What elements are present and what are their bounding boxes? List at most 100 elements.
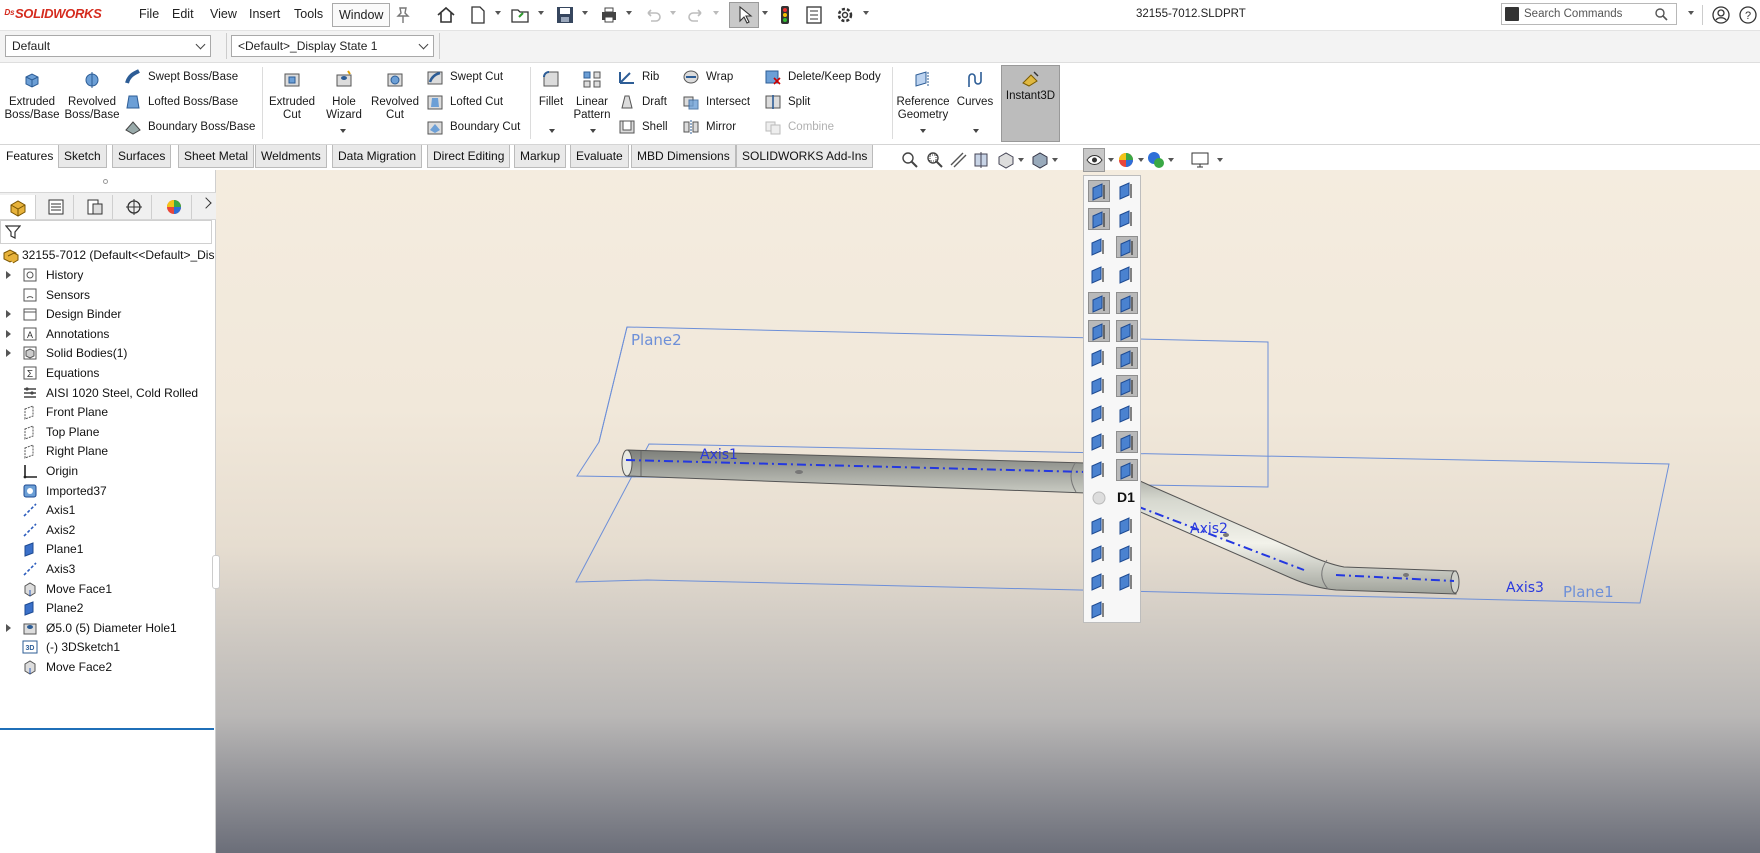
search-dropdown-caret[interactable] [1688,11,1694,15]
view-3d-sketch-planes-icon[interactable] [1116,375,1138,398]
boundary-cut-button[interactable]: Boundary Cut [426,118,520,136]
revolved-boss-button[interactable]: Revolved Boss/Base [64,69,120,122]
new-dropdown-caret[interactable] [495,11,501,15]
display-style-icon[interactable] [1030,150,1050,170]
view-origins-icon[interactable] [1088,236,1110,258]
tab-features[interactable]: Features [0,145,60,168]
rib-button[interactable]: Rib [618,68,659,86]
boundary-boss-button[interactable]: Boundary Boss/Base [124,118,255,136]
view-markup-icon[interactable] [1088,599,1110,621]
view-lights-icon[interactable] [1116,403,1138,425]
view-mate-references-icon[interactable] [1116,543,1138,565]
expand-arrow-icon[interactable] [6,310,11,319]
view-parting-lines-icon[interactable] [1088,347,1110,369]
hide-show-items-button[interactable] [1083,148,1105,172]
pin-icon[interactable] [393,5,413,25]
scene-dropdown-caret[interactable] [1168,158,1174,162]
feature-manager-tab[interactable] [0,195,36,219]
zoom-to-fit-icon[interactable] [900,150,920,170]
redo-dropdown-caret[interactable] [713,11,719,15]
display-state-select[interactable]: <Default>_Display State 1 [231,35,434,57]
view-coordinate-systems-icon[interactable] [1088,264,1110,286]
expand-arrow-icon[interactable] [6,329,11,338]
view-settings-monitor-icon[interactable] [1190,150,1210,170]
configuration-select[interactable]: Default [5,35,211,57]
menu-window[interactable]: Window [332,3,391,27]
view-temp-axes-icon[interactable] [1116,208,1138,230]
tab-data-migration[interactable]: Data Migration [332,145,423,168]
search-mode-icon[interactable] [1505,7,1519,21]
open-dropdown-caret[interactable] [538,11,544,15]
axis3-label[interactable]: Axis3 [1506,580,1544,596]
hole-wizard-button[interactable]: Hole Wizard [320,69,368,122]
axis2-label[interactable]: Axis2 [1190,521,1228,537]
view-points-icon[interactable] [1116,235,1138,258]
display-manager-tab[interactable] [156,195,192,219]
view-curves-icon[interactable] [1088,291,1110,314]
view-dimension-names-icon[interactable]: D1 [1116,487,1138,509]
dimxpert-manager-tab[interactable] [116,195,152,219]
rebuild-traffic-light-icon[interactable] [775,5,795,25]
view-annotation-icon[interactable] [1116,264,1138,286]
previous-view-icon[interactable] [948,150,968,170]
user-account-icon[interactable] [1711,5,1731,25]
extruded-cut-button[interactable]: Extruded Cut [266,69,318,122]
view-settings-dropdown-caret[interactable] [1217,158,1223,162]
view-grid-icon[interactable] [1088,403,1110,425]
view-center-of-mass-icon[interactable] [1116,515,1138,537]
configuration-manager-tab[interactable] [77,195,113,219]
fillet-dropdown-caret[interactable] [549,129,555,133]
view-cameras-icon[interactable] [1088,431,1110,453]
tab-evaluate[interactable]: Evaluate [570,145,629,168]
mirror-button[interactable]: Mirror [682,118,736,136]
tab-solidworks-add-ins[interactable]: SOLIDWORKS Add-Ins [736,145,874,168]
help-icon[interactable]: ? [1738,5,1758,25]
view-routing-icon[interactable] [1116,347,1138,370]
view-planes-icon[interactable] [1088,180,1110,202]
options-gear-icon[interactable] [835,5,855,25]
save-dropdown-caret[interactable] [582,11,588,15]
panel-splitter-handle[interactable] [103,179,108,184]
view-decals-icon[interactable] [1116,431,1138,454]
tab-direct-editing[interactable]: Direct Editing [427,145,511,168]
property-manager-tab[interactable] [38,195,74,219]
solidworks-logo[interactable]: ᴰˢSOLIDWORKS [4,6,102,21]
fillet-button[interactable]: Fillet [536,69,566,109]
menu-tools[interactable]: Tools [294,7,323,21]
reference-geometry-dropdown-caret[interactable] [920,129,926,133]
view-mail-alt-icon[interactable] [1116,571,1138,593]
chevron-right-icon[interactable] [200,197,212,209]
menu-edit[interactable]: Edit [172,7,194,21]
intersect-button[interactable]: Intersect [682,93,750,111]
menu-view[interactable]: View [210,7,237,21]
plane1-label[interactable]: Plane1 [1563,583,1614,601]
tab-sketch[interactable]: Sketch [58,145,107,168]
view-sketch-dimensions-icon[interactable] [1088,459,1110,481]
curves-dropdown-caret[interactable] [973,129,979,133]
tab-mbd-dimensions[interactable]: MBD Dimensions [631,145,736,168]
tube-end-face[interactable] [621,449,633,477]
undo-icon[interactable] [643,5,663,25]
search-icon[interactable] [1654,7,1668,21]
rollback-bar[interactable] [0,728,214,730]
options-dropdown-caret[interactable] [863,11,869,15]
new-document-icon[interactable] [468,5,488,25]
save-icon[interactable] [555,5,575,25]
print-dropdown-caret[interactable] [626,11,632,15]
file-properties-icon[interactable] [804,5,824,25]
expand-arrow-icon[interactable] [6,271,11,279]
reference-geometry-button[interactable]: Reference Geometry [896,69,950,122]
view-sketch-text-icon[interactable] [1088,319,1110,342]
view-orientation-dropdown-caret[interactable] [1018,158,1024,162]
revolved-cut-button[interactable]: Revolved Cut [370,69,420,122]
combine-button[interactable]: Combine [764,118,834,136]
zoom-to-area-icon[interactable] [924,150,944,170]
expand-arrow-icon[interactable] [6,349,11,358]
view-axes-icon[interactable] [1088,207,1110,230]
plane2-label[interactable]: Plane2 [631,331,682,349]
tab-weldments[interactable]: Weldments [255,145,327,168]
tube-body[interactable] [627,449,1457,595]
hide-show-dropdown-caret[interactable] [1108,158,1114,162]
apply-scene-icon[interactable] [1146,150,1166,170]
instant3d-button[interactable]: Instant3D [1001,65,1060,142]
